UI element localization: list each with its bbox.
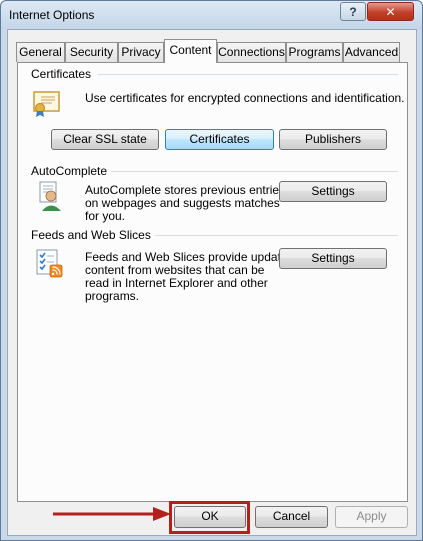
tab-general[interactable]: General [16,42,65,62]
feeds-group-divider [143,235,398,236]
feeds-settings-button[interactable]: Settings [279,248,387,269]
feeds-description-line-4: programs. [85,289,140,303]
dialog-client-area: General Security Privacy Content Connect… [7,29,417,536]
certificates-description: Use certificates for encrypted connectio… [85,91,405,105]
ok-highlight-box [169,501,250,534]
feeds-checklist-icon [36,249,63,278]
clear-ssl-state-button[interactable]: Clear SSL state [51,129,159,150]
autocomplete-description-line-3: for you. [85,209,126,223]
certificates-button[interactable]: Certificates [165,129,274,150]
autocomplete-group-divider [104,171,398,172]
publishers-button[interactable]: Publishers [279,129,387,150]
internet-options-window: Internet Options ? ✕ General Security Pr… [0,0,423,541]
title-bar[interactable]: Internet Options ? ✕ [1,1,422,29]
close-button[interactable]: ✕ [367,2,414,21]
apply-button[interactable]: Apply [335,506,408,528]
content-tab-panel: Certificates Use certificates for encryp… [17,62,408,502]
autocomplete-user-icon [39,181,61,211]
feeds-group-label: Feeds and Web Slices [31,228,155,242]
pointer-arrow-icon [53,507,171,521]
certificates-group-label: Certificates [31,67,96,81]
window-title: Internet Options [9,8,95,22]
cancel-button[interactable]: Cancel [255,506,328,528]
certificate-icon [33,91,60,117]
tab-security[interactable]: Security [65,42,118,62]
certificates-group-divider [98,74,398,75]
tab-privacy[interactable]: Privacy [118,42,164,62]
help-button[interactable]: ? [340,2,366,21]
tab-content[interactable]: Content [164,39,217,63]
tab-advanced[interactable]: Advanced [343,42,400,62]
tab-programs[interactable]: Programs [286,42,343,62]
autocomplete-settings-button[interactable]: Settings [279,181,387,202]
autocomplete-group-label: AutoComplete [31,164,112,178]
tab-connections[interactable]: Connections [217,42,286,62]
